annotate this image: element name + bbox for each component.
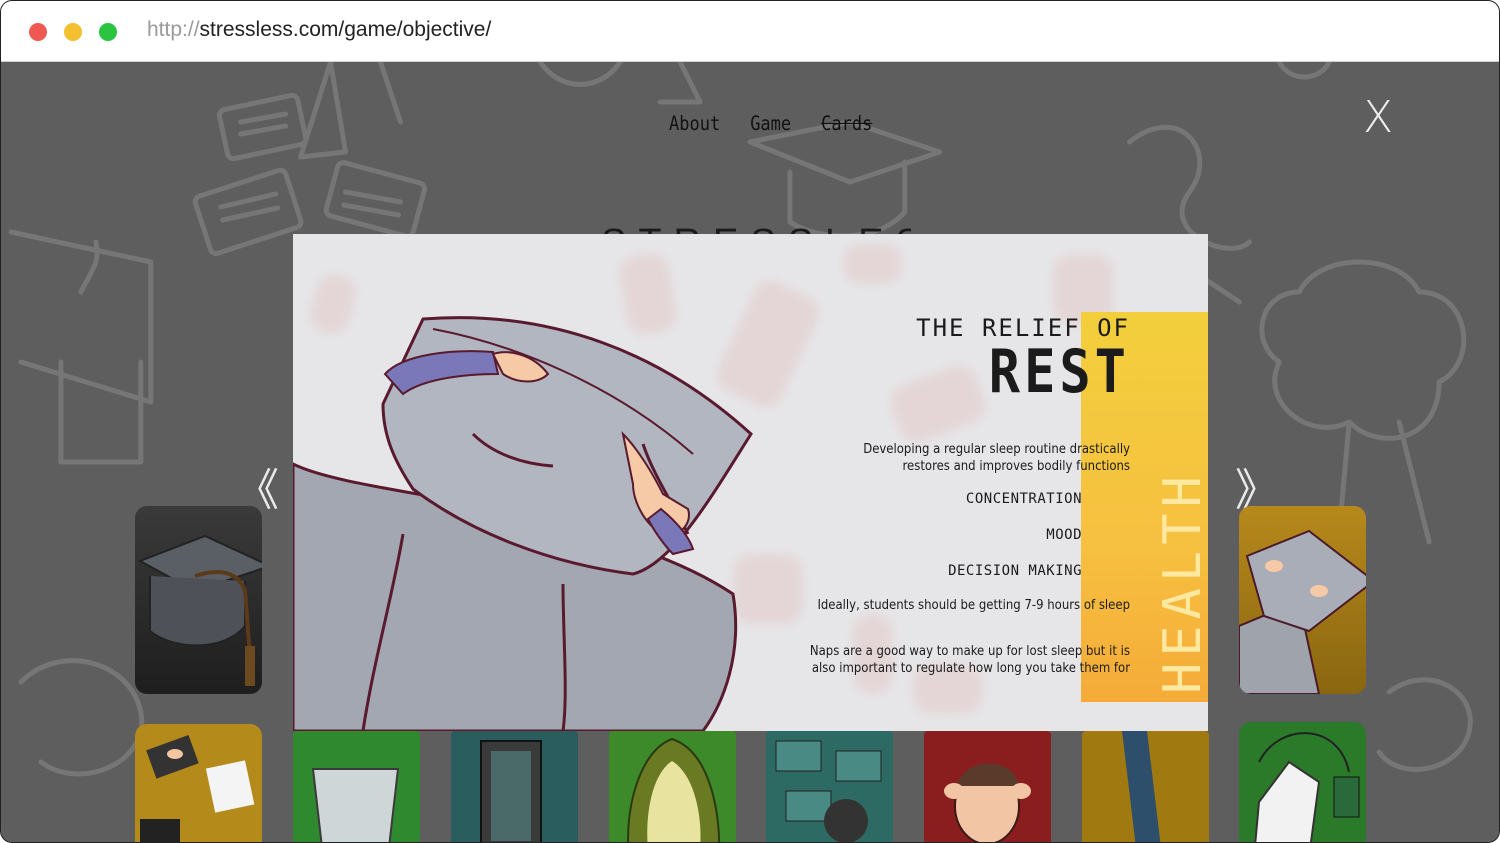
url-scheme: http:// — [147, 18, 200, 41]
desk-icon — [140, 735, 255, 842]
nav-game[interactable]: Game — [750, 113, 791, 136]
pillow-hug-icon — [1239, 529, 1366, 694]
category-label: HEALTH — [1153, 470, 1208, 694]
naps-line-2: also important to regulate how long you … — [811, 661, 1130, 676]
naps-text: Naps are a good way to make up for lost … — [810, 643, 1130, 677]
stress-face-card[interactable] — [924, 731, 1051, 842]
graduation-cap-card[interactable] — [135, 506, 262, 694]
avocado-card[interactable] — [609, 731, 736, 842]
address-bar[interactable]: http://stressless.com/game/objective/ — [147, 18, 491, 42]
close-button[interactable]: X — [1363, 92, 1393, 143]
card-title: REST — [988, 338, 1130, 407]
maximize-window-button[interactable] — [99, 23, 117, 41]
stressed-face-icon — [944, 763, 1031, 842]
game-page: About Game Cards X STRESSLESS 《 》 — [1, 62, 1499, 842]
phone-card[interactable] — [451, 731, 578, 842]
walking-legs-icon — [1122, 731, 1161, 842]
tea-bag-card[interactable] — [1239, 722, 1366, 842]
intro-text: Developing a regular sleep routine drast… — [863, 441, 1130, 475]
hours-note: Ideally, students should be getting 7-9 … — [817, 598, 1130, 613]
avocado-icon — [627, 737, 721, 842]
top-nav: About Game Cards — [669, 113, 872, 136]
naps-line-1: Naps are a good way to make up for lost … — [809, 644, 1130, 659]
card-detail-modal: HEALTH THE RELIEF OF REST Developing a r… — [293, 234, 1208, 731]
water-glass-icon — [311, 768, 400, 842]
nav-about[interactable]: About — [669, 113, 720, 136]
url-path: stressless.com/game/objective/ — [199, 18, 492, 41]
benefit-decision-making: DECISION MAKING — [948, 563, 1082, 579]
notes-icon — [775, 740, 882, 842]
intro-line-2: restores and improves bodily functions — [902, 459, 1130, 474]
graduation-cap-icon — [137, 534, 262, 686]
minimize-window-button[interactable] — [64, 23, 82, 41]
phone-icon — [480, 740, 542, 842]
browser-window: http://stressless.com/game/objective/ Ab… — [0, 0, 1500, 843]
walking-card[interactable] — [1082, 731, 1209, 842]
study-desk-card[interactable] — [135, 724, 262, 842]
close-window-button[interactable] — [29, 23, 47, 41]
rest-pillow-card[interactable] — [1239, 506, 1366, 694]
nav-cards[interactable]: Cards — [821, 113, 872, 136]
notes-card[interactable] — [766, 731, 893, 842]
water-glass-card[interactable] — [293, 731, 420, 842]
benefit-concentration: CONCENTRATION — [965, 491, 1082, 507]
browser-titlebar: http://stressless.com/game/objective/ — [1, 1, 1499, 62]
benefit-mood: MOOD — [1046, 527, 1082, 543]
tea-bag-icon — [1254, 732, 1360, 842]
intro-line-1: Developing a regular sleep routine drast… — [863, 442, 1130, 457]
